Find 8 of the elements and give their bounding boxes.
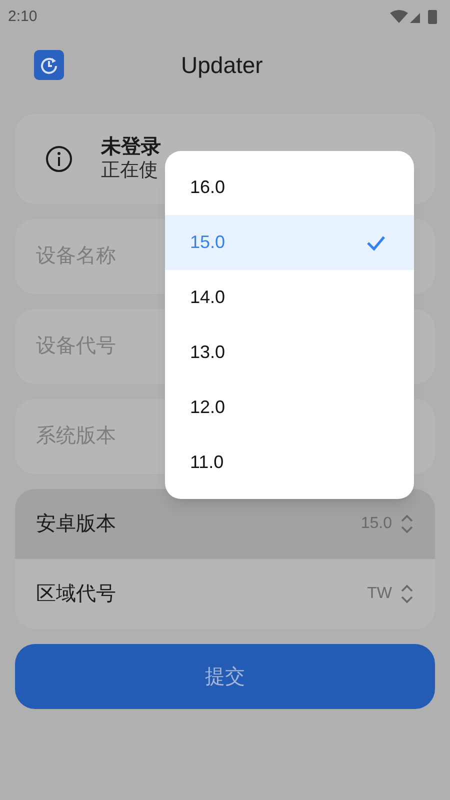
- select-value: TW: [367, 584, 392, 604]
- select-label: 安卓版本: [36, 512, 116, 537]
- app-title: Updater: [181, 50, 263, 80]
- login-title: 未登录: [101, 136, 161, 159]
- select-label: 区域代号: [36, 582, 116, 607]
- status-time: 2:10: [8, 6, 38, 27]
- select-value: 15.0: [360, 514, 392, 534]
- login-subtitle: 正在使: [101, 159, 159, 182]
